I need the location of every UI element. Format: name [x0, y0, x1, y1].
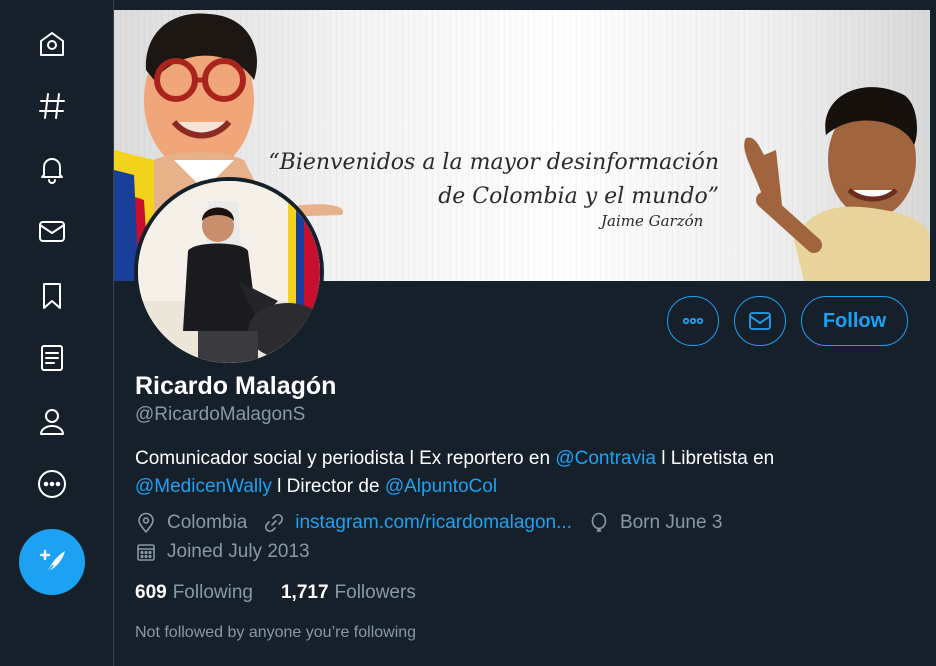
avatar-photo: [138, 181, 320, 363]
balloon-icon: [591, 512, 607, 532]
bio-text: l Director de: [271, 476, 385, 497]
display-name: Ricardo Malagón: [135, 372, 337, 400]
sidebar-nav: [0, 0, 104, 666]
bio-text: l Libretista en: [655, 448, 775, 469]
joined: Joined July 2013: [135, 541, 310, 563]
profile-main: “Bienvenidos a la mayor desinformación d…: [113, 0, 936, 666]
notifications-bell-icon[interactable]: [33, 149, 71, 187]
explore-hashtag-icon[interactable]: [33, 87, 71, 125]
profile-person-icon[interactable]: [33, 403, 71, 441]
follow-stats: 609 Following 1,717 Followers: [135, 582, 444, 604]
more-circle-icon[interactable]: [33, 465, 71, 503]
bio: Comunicador social y periodista l Ex rep…: [135, 445, 895, 501]
feather-plus-icon: [39, 549, 65, 576]
following-count: 609: [135, 582, 167, 603]
location-text: Colombia: [167, 512, 248, 533]
avatar[interactable]: [134, 177, 324, 367]
banner-quote-line1: “Bienvenidos a la mayor desinformación: [268, 150, 719, 175]
lists-icon[interactable]: [33, 339, 71, 377]
banner-quote-author: Jaime Garzón: [601, 212, 704, 230]
followers-label: Followers: [334, 582, 416, 603]
more-options-button[interactable]: [667, 296, 719, 346]
tweet-button[interactable]: [19, 529, 85, 595]
website-link[interactable]: instagram.com/ricardomalagon...: [295, 512, 572, 534]
birthday-text: Born June 3: [619, 512, 723, 533]
messages-envelope-icon[interactable]: [33, 212, 71, 250]
home-icon[interactable]: [33, 25, 71, 63]
location: Colombia: [135, 512, 247, 534]
mention-link[interactable]: @Contravia: [555, 448, 656, 469]
banner-quote-line2: de Colombia y el mundo”: [438, 184, 719, 209]
followed-by-note: Not followed by anyone you’re following: [135, 624, 417, 641]
birthday: Born June 3: [588, 512, 722, 534]
envelope-icon: [749, 312, 771, 330]
mention-link[interactable]: @AlpuntoCol: [385, 476, 497, 497]
following-label: Following: [172, 582, 253, 603]
bio-text: Comunicador social y periodista l Ex rep…: [135, 448, 556, 469]
banner-quote: “Bienvenidos a la mayor desinformación d…: [249, 146, 719, 214]
handle: @RicardoMalagonS: [135, 404, 306, 425]
link-icon: [265, 513, 284, 533]
profile-meta-row: Colombia instagram.com/ricardomalagon...…: [135, 512, 738, 534]
message-button[interactable]: [734, 296, 786, 346]
website: instagram.com/ricardomalagon...: [263, 512, 572, 534]
calendar-icon: [137, 544, 155, 561]
followers-count: 1,717: [280, 582, 329, 603]
followers-stat[interactable]: 1,717 Followers: [281, 582, 416, 604]
location-pin-icon: [138, 512, 154, 533]
more-horizontal-icon: [682, 317, 704, 325]
joined-row: Joined July 2013: [135, 541, 326, 563]
joined-text: Joined July 2013: [167, 541, 310, 562]
mention-link[interactable]: @MedicenWally: [135, 476, 272, 497]
following-stat[interactable]: 609 Following: [135, 582, 253, 604]
bookmarks-icon[interactable]: [33, 277, 71, 315]
follow-button[interactable]: Follow: [801, 296, 908, 346]
